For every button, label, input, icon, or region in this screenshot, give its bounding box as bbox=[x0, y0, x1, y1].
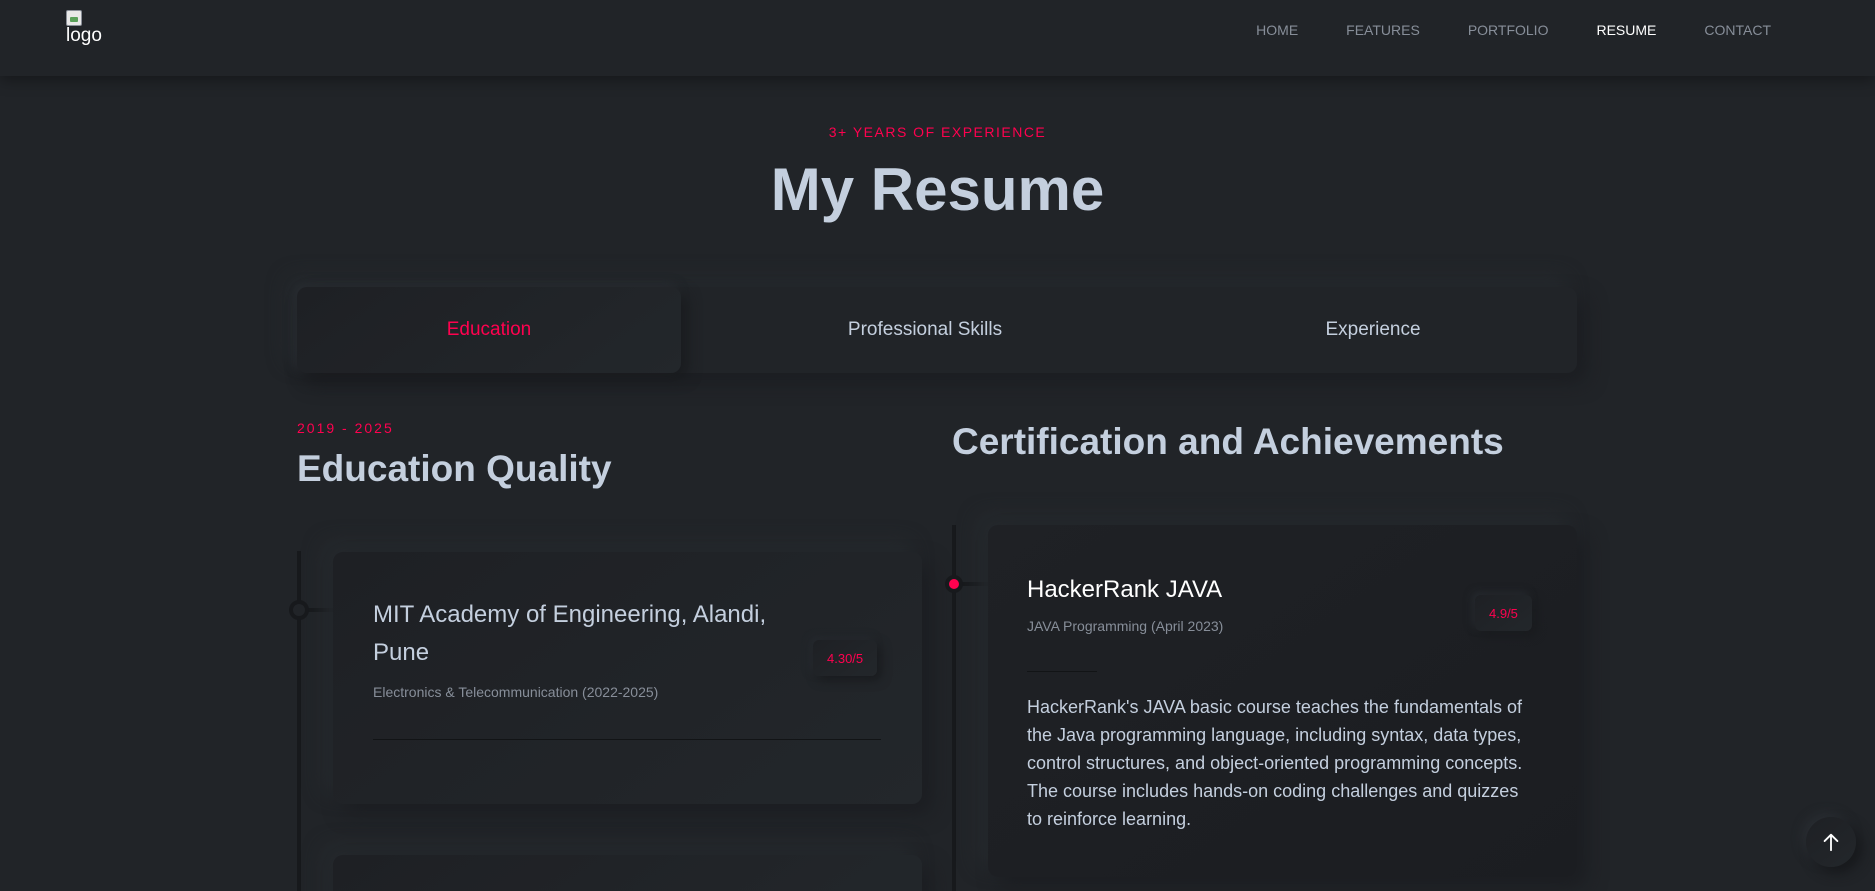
tab-professional-skills[interactable]: Professional Skills bbox=[681, 287, 1169, 373]
card-divider bbox=[1027, 671, 1097, 672]
certifications-title: Certification and Achievements bbox=[952, 421, 1504, 462]
section-subtitle: 3+ YEARS OF EXPERIENCE bbox=[828, 124, 1047, 140]
education-title: Education Quality bbox=[297, 448, 612, 489]
timeline-connector bbox=[305, 608, 335, 612]
score-badge: 4.30/5 bbox=[813, 640, 878, 676]
timeline-connector bbox=[960, 582, 990, 586]
broken-image-icon bbox=[66, 10, 82, 26]
logo[interactable]: logo bbox=[66, 10, 102, 46]
card-subtitle: Electronics & Telecommunication (2022-20… bbox=[373, 684, 659, 700]
education-card: MIT Academy of Engineering, Alandi, Pune… bbox=[333, 552, 922, 804]
arrow-up-icon bbox=[1823, 833, 1839, 852]
certification-card: HackerRank JAVA JAVA Programming (April … bbox=[988, 525, 1577, 877]
nav-resume[interactable]: RESUME bbox=[1596, 22, 1656, 38]
card-subtitle: JAVA Programming (April 2023) bbox=[1027, 618, 1224, 634]
main-nav: HOME FEATURES PORTFOLIO RESUME CONTACT bbox=[1208, 22, 1771, 38]
education-card bbox=[333, 855, 922, 891]
nav-contact[interactable]: CONTACT bbox=[1704, 22, 1771, 38]
page-title: My Resume bbox=[770, 156, 1105, 223]
site-header: logo HOME FEATURES PORTFOLIO RESUME CONT… bbox=[0, 0, 1875, 76]
tab-experience[interactable]: Experience bbox=[1169, 287, 1577, 373]
nav-portfolio[interactable]: PORTFOLIO bbox=[1468, 22, 1549, 38]
nav-features[interactable]: FEATURES bbox=[1346, 22, 1420, 38]
nav-home[interactable]: HOME bbox=[1256, 22, 1298, 38]
timeline-dot bbox=[289, 600, 309, 620]
education-period: 2019 - 2025 bbox=[297, 420, 394, 436]
tab-education[interactable]: Education bbox=[297, 287, 681, 373]
card-heading: HackerRank JAVA bbox=[1027, 576, 1223, 603]
logo-alt-text: logo bbox=[66, 25, 102, 46]
card-divider bbox=[373, 739, 881, 740]
resume-tabs: Education Professional Skills Experience bbox=[297, 287, 1577, 373]
card-description: HackerRank's JAVA basic course teaches t… bbox=[1027, 697, 1523, 829]
card-heading: MIT Academy of Engineering, Alandi, Pune bbox=[373, 601, 767, 666]
score-badge: 4.9/5 bbox=[1475, 595, 1532, 631]
scroll-top-button[interactable] bbox=[1806, 817, 1856, 867]
timeline-dot-active bbox=[945, 575, 963, 593]
